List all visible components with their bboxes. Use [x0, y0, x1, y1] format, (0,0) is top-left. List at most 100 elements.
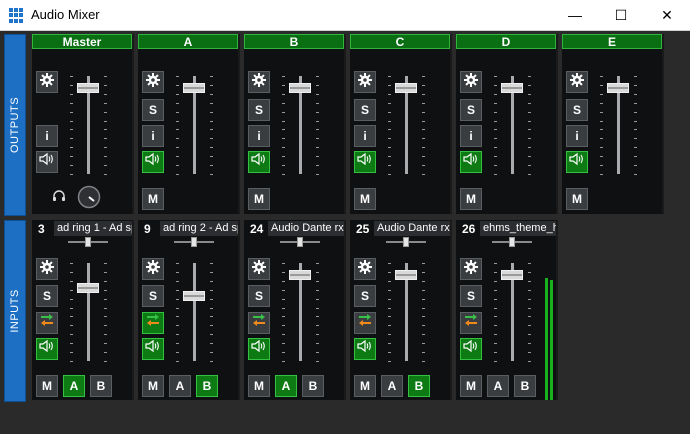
input-26-mute-button[interactable]: M	[460, 375, 482, 397]
output-b-header[interactable]: B	[244, 34, 344, 49]
output-c-fader-handle[interactable]	[395, 83, 417, 93]
input-26-fader-handle[interactable]	[501, 270, 523, 280]
input-25-solo-button[interactable]: S	[354, 285, 376, 307]
output-b-info-button[interactable]: i	[248, 125, 270, 147]
input-26-pan-handle[interactable]	[509, 237, 515, 247]
input-24-pan-handle[interactable]	[297, 237, 303, 247]
output-b-speaker-button[interactable]	[248, 151, 270, 173]
input-26-bus-a-button[interactable]: A	[487, 375, 509, 397]
minimize-button[interactable]: —	[552, 0, 598, 30]
input-25-speaker-button[interactable]	[354, 338, 376, 360]
input-25-bus-a-button[interactable]: A	[381, 375, 403, 397]
input-9-routing-button[interactable]	[142, 312, 164, 334]
input-9-solo-button[interactable]: S	[142, 285, 164, 307]
input-3-name-field[interactable]: ad ring 1 - Ad sp	[54, 221, 132, 236]
input-25-name-field[interactable]: Audio Dante rx	[374, 221, 450, 236]
input-3-solo-button[interactable]: S	[36, 285, 58, 307]
input-24-fader-handle[interactable]	[289, 270, 311, 280]
input-24-speaker-button[interactable]	[248, 338, 270, 360]
input-9-fader-handle[interactable]	[183, 291, 205, 301]
input-3-fader-scale-right	[104, 263, 107, 362]
input-24-bus-a-button[interactable]: A	[275, 375, 297, 397]
output-d-settings-button[interactable]	[460, 71, 482, 93]
output-master-info-button[interactable]: i	[36, 125, 58, 147]
input-24-name-field[interactable]: Audio Dante rx	[268, 221, 344, 236]
output-e-settings-button[interactable]	[566, 71, 588, 93]
input-24-solo-button[interactable]: S	[248, 285, 270, 307]
output-a-settings-button[interactable]	[142, 71, 164, 93]
input-25-mute-button[interactable]: M	[354, 375, 376, 397]
output-e-speaker-button[interactable]	[566, 151, 588, 173]
output-b-settings-button[interactable]	[248, 71, 270, 93]
output-d-solo-button[interactable]: S	[460, 99, 482, 121]
output-c-info-button[interactable]: i	[354, 125, 376, 147]
input-25-fader-handle[interactable]	[395, 270, 417, 280]
input-9-pan-handle[interactable]	[191, 237, 197, 247]
close-button[interactable]: ✕	[644, 0, 690, 30]
input-25-routing-button[interactable]	[354, 312, 376, 334]
input-3-pan-handle[interactable]	[85, 237, 91, 247]
input-26-name-field[interactable]: ehms_theme_h	[480, 221, 556, 236]
input-26-bus-b-button[interactable]: B	[514, 375, 536, 397]
output-e-solo-button[interactable]: S	[566, 99, 588, 121]
output-d-mute-button[interactable]: M	[460, 188, 482, 210]
input-9-name-field[interactable]: ad ring 2 - Ad sp	[160, 221, 238, 236]
output-b-fader-handle[interactable]	[289, 83, 311, 93]
output-c-mute-button[interactable]: M	[354, 188, 376, 210]
input-3-bus-a-button[interactable]: A	[63, 375, 85, 397]
output-d-header[interactable]: D	[456, 34, 556, 49]
input-25-strip: 25 Audio Dante rx S M A B	[350, 220, 452, 400]
input-24-routing-button[interactable]	[248, 312, 270, 334]
output-master-header[interactable]: Master	[32, 34, 132, 49]
output-e-info-button[interactable]: i	[566, 125, 588, 147]
monitor-volume-knob[interactable]	[77, 185, 101, 209]
input-25-bus-b-button[interactable]: B	[408, 375, 430, 397]
output-b-mute-button[interactable]: M	[248, 188, 270, 210]
input-25-pan-handle[interactable]	[403, 237, 409, 247]
input-24-mute-button[interactable]: M	[248, 375, 270, 397]
input-26-solo-button[interactable]: S	[460, 285, 482, 307]
output-a-speaker-button[interactable]	[142, 151, 164, 173]
input-26-level-meter-right	[550, 280, 553, 400]
input-3-mute-button[interactable]: M	[36, 375, 58, 397]
input-3-routing-button[interactable]	[36, 312, 58, 334]
input-26-speaker-button[interactable]	[460, 338, 482, 360]
input-3-bus-b-button[interactable]: B	[90, 375, 112, 397]
output-e-mute-button[interactable]: M	[566, 188, 588, 210]
output-c-speaker-button[interactable]	[354, 151, 376, 173]
input-25-settings-button[interactable]	[354, 258, 376, 280]
output-master-speaker-button[interactable]	[36, 151, 58, 173]
input-9-fader-track[interactable]	[193, 263, 196, 361]
output-e-header[interactable]: E	[562, 34, 662, 49]
output-master-settings-button[interactable]	[36, 71, 58, 93]
input-9-speaker-button[interactable]	[142, 338, 164, 360]
input-24-bus-b-button[interactable]: B	[302, 375, 324, 397]
output-a-fader-handle[interactable]	[183, 83, 205, 93]
input-3-fader-track[interactable]	[87, 263, 90, 361]
input-9-settings-button[interactable]	[142, 258, 164, 280]
output-c-header[interactable]: C	[350, 34, 450, 49]
output-c-solo-button[interactable]: S	[354, 99, 376, 121]
output-e-fader-handle[interactable]	[607, 83, 629, 93]
input-24-settings-button[interactable]	[248, 258, 270, 280]
input-26-settings-button[interactable]	[460, 258, 482, 280]
input-3-settings-button[interactable]	[36, 258, 58, 280]
output-a-mute-button[interactable]: M	[142, 188, 164, 210]
output-b-solo-button[interactable]: S	[248, 99, 270, 121]
output-d-info-button[interactable]: i	[460, 125, 482, 147]
output-c-settings-button[interactable]	[354, 71, 376, 93]
input-3-fader-handle[interactable]	[77, 283, 99, 293]
input-9-bus-b-button[interactable]: B	[196, 375, 218, 397]
output-a-solo-button[interactable]: S	[142, 99, 164, 121]
maximize-button[interactable]: ☐	[598, 0, 644, 30]
input-3-fader-scale-left	[70, 263, 73, 362]
output-master-fader-handle[interactable]	[77, 83, 99, 93]
output-d-speaker-button[interactable]	[460, 151, 482, 173]
output-a-info-button[interactable]: i	[142, 125, 164, 147]
input-9-mute-button[interactable]: M	[142, 375, 164, 397]
output-a-header[interactable]: A	[138, 34, 238, 49]
input-9-bus-a-button[interactable]: A	[169, 375, 191, 397]
input-3-speaker-button[interactable]	[36, 338, 58, 360]
input-26-routing-button[interactable]	[460, 312, 482, 334]
output-d-fader-handle[interactable]	[501, 83, 523, 93]
